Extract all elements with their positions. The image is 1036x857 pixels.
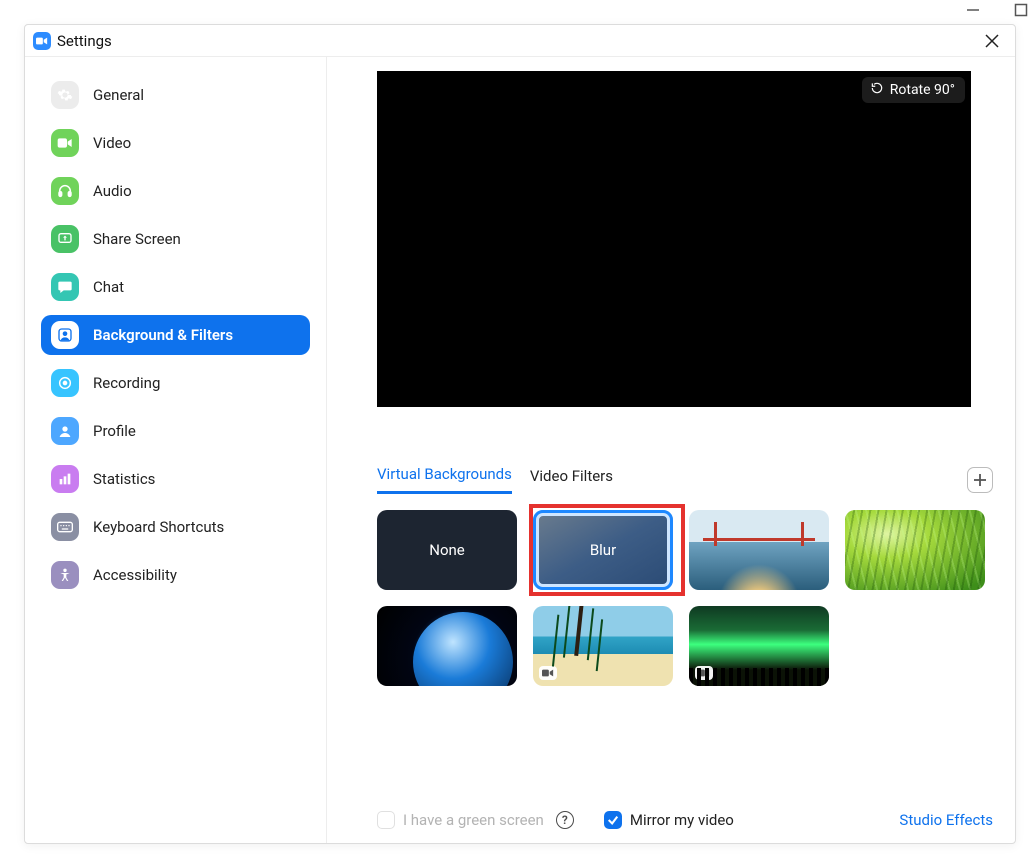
background-thumbnails: None Blur bbox=[377, 510, 993, 686]
tab-virtual-backgrounds[interactable]: Virtual Backgrounds bbox=[377, 465, 512, 494]
settings-title: Settings bbox=[57, 32, 112, 50]
sidebar-item-label: Keyboard Shortcuts bbox=[93, 518, 224, 536]
os-minimize-button[interactable] bbox=[966, 3, 980, 17]
keyboard-icon bbox=[51, 513, 79, 541]
add-background-button[interactable] bbox=[967, 467, 993, 493]
green-screen-help-icon[interactable]: ? bbox=[556, 811, 574, 829]
sidebar-item-keyboard-shortcuts[interactable]: Keyboard Shortcuts bbox=[41, 507, 310, 547]
sidebar-item-general[interactable]: General bbox=[41, 75, 310, 115]
rotate-90-button[interactable]: Rotate 90° bbox=[862, 77, 965, 103]
background-option-blur[interactable]: Blur bbox=[533, 510, 673, 590]
sidebar-item-video[interactable]: Video bbox=[41, 123, 310, 163]
background-option-aurora-wrap bbox=[689, 606, 829, 686]
background-none-label: None bbox=[429, 541, 465, 559]
background-option-beach-wrap bbox=[533, 606, 673, 686]
background-filters-icon bbox=[51, 321, 79, 349]
background-option-grass[interactable] bbox=[845, 510, 985, 590]
sidebar-item-label: Recording bbox=[93, 374, 160, 392]
background-option-grass-wrap bbox=[845, 510, 985, 590]
sidebar-item-label: Chat bbox=[93, 278, 124, 296]
profile-icon bbox=[51, 417, 79, 445]
checkbox-box bbox=[604, 811, 622, 829]
statistics-icon bbox=[51, 465, 79, 493]
mirror-video-checkbox[interactable]: Mirror my video bbox=[604, 811, 734, 829]
background-option-none-wrap: None bbox=[377, 510, 517, 590]
settings-body: General Video Audio bbox=[25, 57, 1015, 843]
sidebar-item-label: Audio bbox=[93, 182, 132, 200]
tab-video-filters[interactable]: Video Filters bbox=[530, 467, 613, 493]
background-tabs: Virtual Backgrounds Video Filters bbox=[377, 465, 993, 494]
checkbox-box bbox=[377, 811, 395, 829]
video-icon bbox=[51, 129, 79, 157]
rotate-icon bbox=[870, 81, 884, 99]
sidebar-item-accessibility[interactable]: Accessibility bbox=[41, 555, 310, 595]
rotate-label: Rotate 90° bbox=[890, 82, 955, 98]
sidebar-item-label: Profile bbox=[93, 422, 136, 440]
background-option-bridge[interactable] bbox=[689, 510, 829, 590]
sidebar-item-share-screen[interactable]: Share Screen bbox=[41, 219, 310, 259]
background-option-beach[interactable] bbox=[533, 606, 673, 686]
mirror-video-label: Mirror my video bbox=[630, 811, 734, 829]
sidebar-item-background-filters[interactable]: Background & Filters bbox=[41, 315, 310, 355]
sidebar-item-label: Share Screen bbox=[93, 230, 181, 248]
close-button[interactable] bbox=[979, 28, 1005, 54]
video-background-badge-icon bbox=[539, 666, 557, 680]
sidebar-item-label: Background & Filters bbox=[93, 326, 233, 344]
background-blur-label: Blur bbox=[590, 541, 616, 559]
settings-window: Settings General Video bbox=[24, 24, 1016, 844]
green-screen-checkbox: I have a green screen bbox=[377, 811, 544, 829]
outer-os-window: Settings General Video bbox=[0, 0, 1036, 857]
gear-icon bbox=[51, 81, 79, 109]
share-screen-icon bbox=[51, 225, 79, 253]
background-footer: I have a green screen ? Mirror my video … bbox=[377, 799, 993, 829]
recording-icon bbox=[51, 369, 79, 397]
background-option-earth-wrap bbox=[377, 606, 517, 686]
sidebar-item-label: Accessibility bbox=[93, 566, 177, 584]
video-background-badge-icon bbox=[695, 666, 713, 680]
sidebar-item-label: Statistics bbox=[93, 470, 155, 488]
os-maximize-button[interactable] bbox=[1014, 3, 1028, 17]
sidebar-item-audio[interactable]: Audio bbox=[41, 171, 310, 211]
background-option-bridge-wrap bbox=[689, 510, 829, 590]
sidebar-item-statistics[interactable]: Statistics bbox=[41, 459, 310, 499]
sidebar-item-recording[interactable]: Recording bbox=[41, 363, 310, 403]
settings-main: Rotate 90° Virtual Backgrounds Video Fil… bbox=[327, 57, 1015, 843]
settings-titlebar: Settings bbox=[25, 25, 1015, 57]
sidebar-item-profile[interactable]: Profile bbox=[41, 411, 310, 451]
sidebar-item-chat[interactable]: Chat bbox=[41, 267, 310, 307]
video-preview: Rotate 90° bbox=[377, 71, 971, 407]
headphones-icon bbox=[51, 177, 79, 205]
studio-effects-link[interactable]: Studio Effects bbox=[899, 811, 993, 829]
green-screen-label: I have a green screen bbox=[403, 811, 544, 829]
chat-icon bbox=[51, 273, 79, 301]
sidebar-item-label: General bbox=[93, 86, 144, 104]
settings-sidebar: General Video Audio bbox=[25, 57, 327, 843]
sidebar-item-label: Video bbox=[93, 134, 131, 152]
background-option-none[interactable]: None bbox=[377, 510, 517, 590]
zoom-logo-icon bbox=[33, 32, 51, 50]
accessibility-icon bbox=[51, 561, 79, 589]
outer-titlebar bbox=[0, 0, 1036, 20]
background-option-blur-wrap: Blur bbox=[533, 510, 673, 590]
background-option-earth[interactable] bbox=[377, 606, 517, 686]
background-option-aurora[interactable] bbox=[689, 606, 829, 686]
